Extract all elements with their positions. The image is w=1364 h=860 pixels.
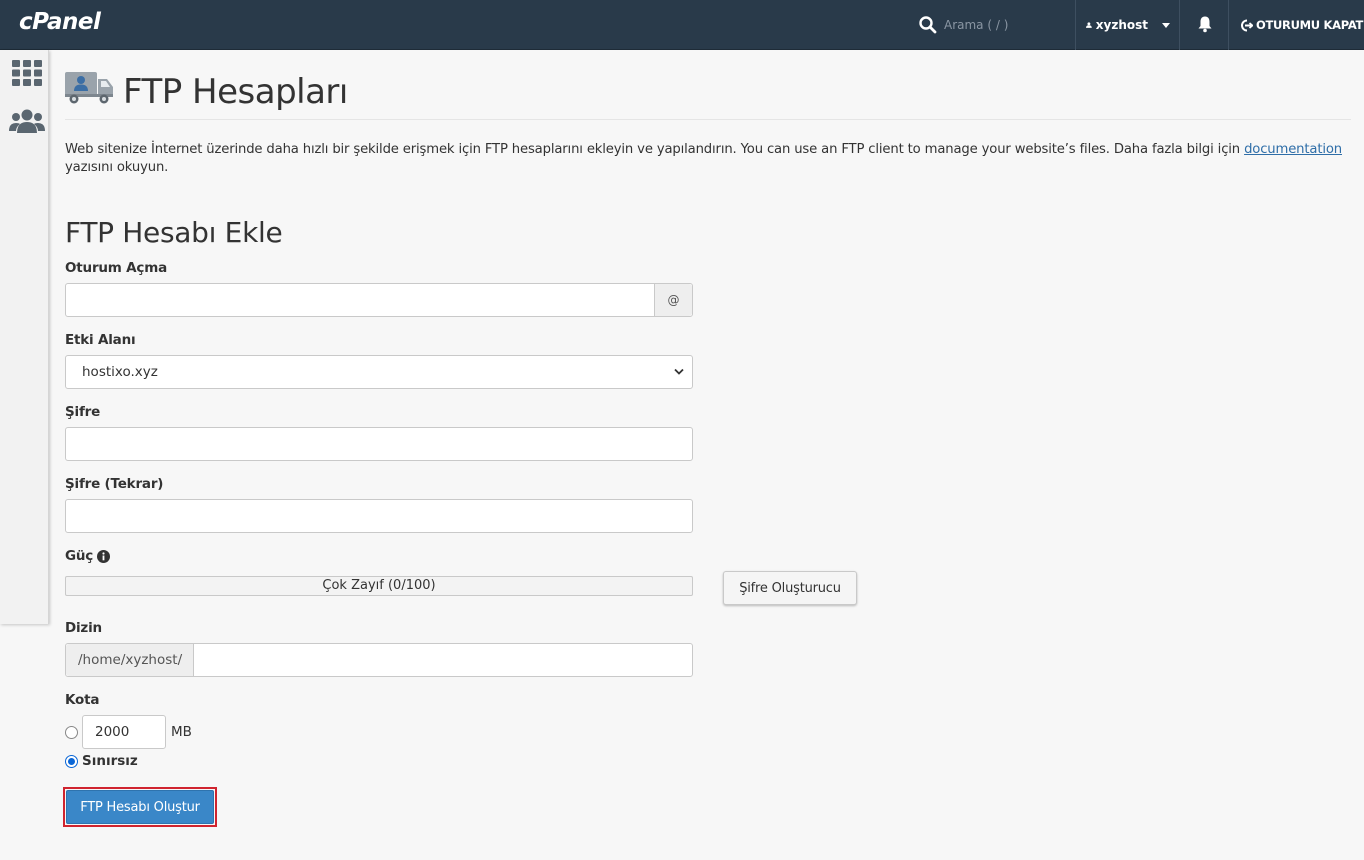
strength-meter: Çok Zayıf (0/100) [65, 576, 693, 596]
strength-label: Güç [65, 548, 94, 564]
directory-label: Dizin [65, 620, 102, 636]
search-input[interactable] [944, 12, 1064, 38]
directory-prefix: /home/xyzhost/ [66, 644, 194, 676]
strength-text: Çok Zayıf (0/100) [322, 578, 436, 593]
domain-select[interactable]: hostixo.xyz [65, 355, 693, 389]
quota-input[interactable] [82, 715, 166, 749]
quota-label: Kota [65, 692, 100, 708]
divider [1228, 0, 1229, 50]
password-generator-button[interactable]: Şifre Oluşturucu [723, 571, 857, 605]
intro-text-body: Web sitenize İnternet üzerinde daha hızl… [65, 142, 1245, 157]
quota-limited-radio[interactable] [65, 725, 78, 739]
quota-unlimited-radio[interactable] [65, 754, 78, 768]
quota-row: MB [65, 715, 192, 749]
at-symbol-addon: @ [654, 284, 692, 316]
password-input[interactable] [66, 428, 692, 460]
user-menu[interactable]: xyzhost [1086, 0, 1170, 50]
directory-input[interactable] [194, 644, 692, 676]
grid-icon[interactable] [12, 60, 42, 86]
logout-icon [1241, 19, 1253, 31]
search-icon[interactable] [918, 15, 938, 35]
login-field-group: @ [65, 283, 693, 317]
password-confirm-label: Şifre (Tekrar) [65, 476, 164, 492]
cpanel-logo[interactable]: cPanel [19, 9, 101, 35]
password-label: Şifre [65, 404, 101, 420]
chevron-down-icon [674, 368, 684, 375]
unlimited-label: Sınırsız [82, 753, 138, 769]
create-ftp-account-button[interactable]: FTP Hesabı Oluştur [66, 790, 214, 824]
logout-label: OTURUMU KAPAT [1256, 18, 1364, 32]
password-confirm-field [65, 499, 693, 533]
documentation-link[interactable]: documentation [1244, 142, 1342, 157]
divider [1075, 0, 1076, 50]
section-title: FTP Hesabı Ekle [65, 216, 283, 249]
username-label: xyzhost [1095, 18, 1148, 32]
intro-suffix: yazısını okuyun. [65, 160, 169, 175]
bell-icon[interactable] [1196, 15, 1214, 33]
info-icon[interactable] [97, 549, 111, 563]
quota-unit: MB [171, 724, 192, 740]
top-bar: cPanel xyzhost OTURUMU KAPAT [0, 0, 1364, 50]
ftp-truck-icon [65, 72, 113, 104]
unlimited-row: Sınırsız [65, 753, 138, 769]
create-button-highlight: FTP Hesabı Oluştur [63, 787, 217, 827]
domain-selected-value: hostixo.xyz [82, 364, 158, 380]
intro-text: Web sitenize İnternet üzerinde daha hızl… [65, 141, 1351, 177]
divider [1179, 0, 1180, 50]
page-title: FTP Hesapları [123, 72, 348, 112]
domain-label: Etki Alanı [65, 332, 136, 348]
strength-label-group: Güç [65, 548, 111, 564]
password-field [65, 427, 693, 461]
users-icon[interactable] [9, 108, 45, 134]
login-input[interactable] [66, 284, 654, 316]
logout-button[interactable]: OTURUMU KAPAT [1240, 0, 1363, 50]
user-icon [1086, 22, 1092, 28]
login-label: Oturum Açma [65, 260, 168, 276]
chevron-down-icon [1162, 22, 1170, 28]
page-header: FTP Hesapları [65, 68, 1351, 120]
directory-field-group: /home/xyzhost/ [65, 643, 693, 677]
sidebar [0, 50, 49, 624]
password-confirm-input[interactable] [66, 500, 692, 532]
